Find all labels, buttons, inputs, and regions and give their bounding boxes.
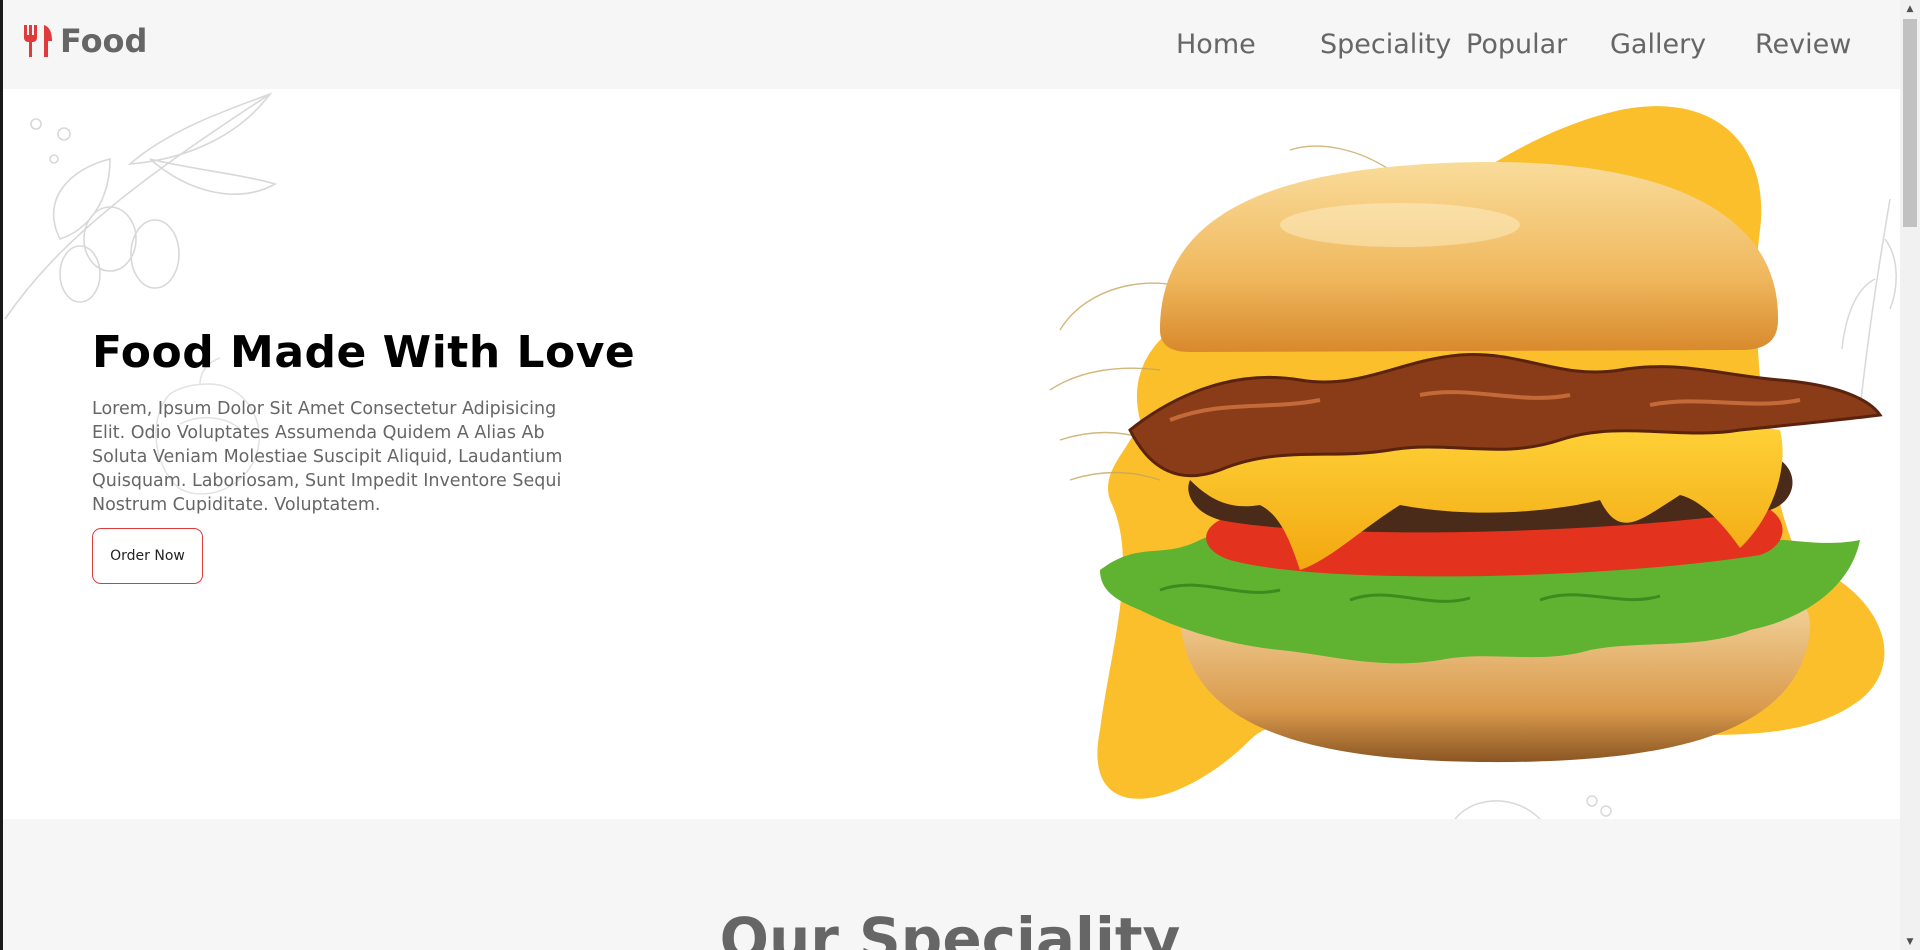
speciality-section: Our Speciality <box>0 819 1900 950</box>
section-title: Our Speciality <box>719 905 1181 950</box>
nav-review[interactable]: Review <box>1755 27 1851 63</box>
leaf-doodle-icon <box>4 92 278 320</box>
order-now-button[interactable]: Order Now <box>92 528 203 584</box>
window-edge <box>0 0 3 950</box>
page-scrollbar[interactable]: ▲ ▼ <box>1900 0 1920 950</box>
burger-icon <box>1049 106 1885 799</box>
main-nav: Home Speciality Popular Gallery Review <box>0 27 1900 63</box>
nav-popular[interactable]: Popular <box>1466 27 1567 63</box>
site-header: Food Home Speciality Popular Gallery Rev… <box>0 0 1900 89</box>
scroll-up-icon[interactable]: ▲ <box>1900 0 1920 17</box>
scroll-thumb[interactable] <box>1903 19 1917 227</box>
nav-gallery[interactable]: Gallery <box>1610 27 1706 63</box>
hero-section: Food Made With Love Lorem, Ipsum Dolor S… <box>0 89 1900 819</box>
nav-home[interactable]: Home <box>1176 27 1256 63</box>
hero-description: Lorem, Ipsum Dolor Sit Amet Consectetur … <box>92 399 563 515</box>
scroll-down-icon[interactable]: ▼ <box>1900 933 1920 950</box>
hero-title: Food Made With Love <box>92 327 636 378</box>
nav-speciality[interactable]: Speciality <box>1320 27 1451 63</box>
